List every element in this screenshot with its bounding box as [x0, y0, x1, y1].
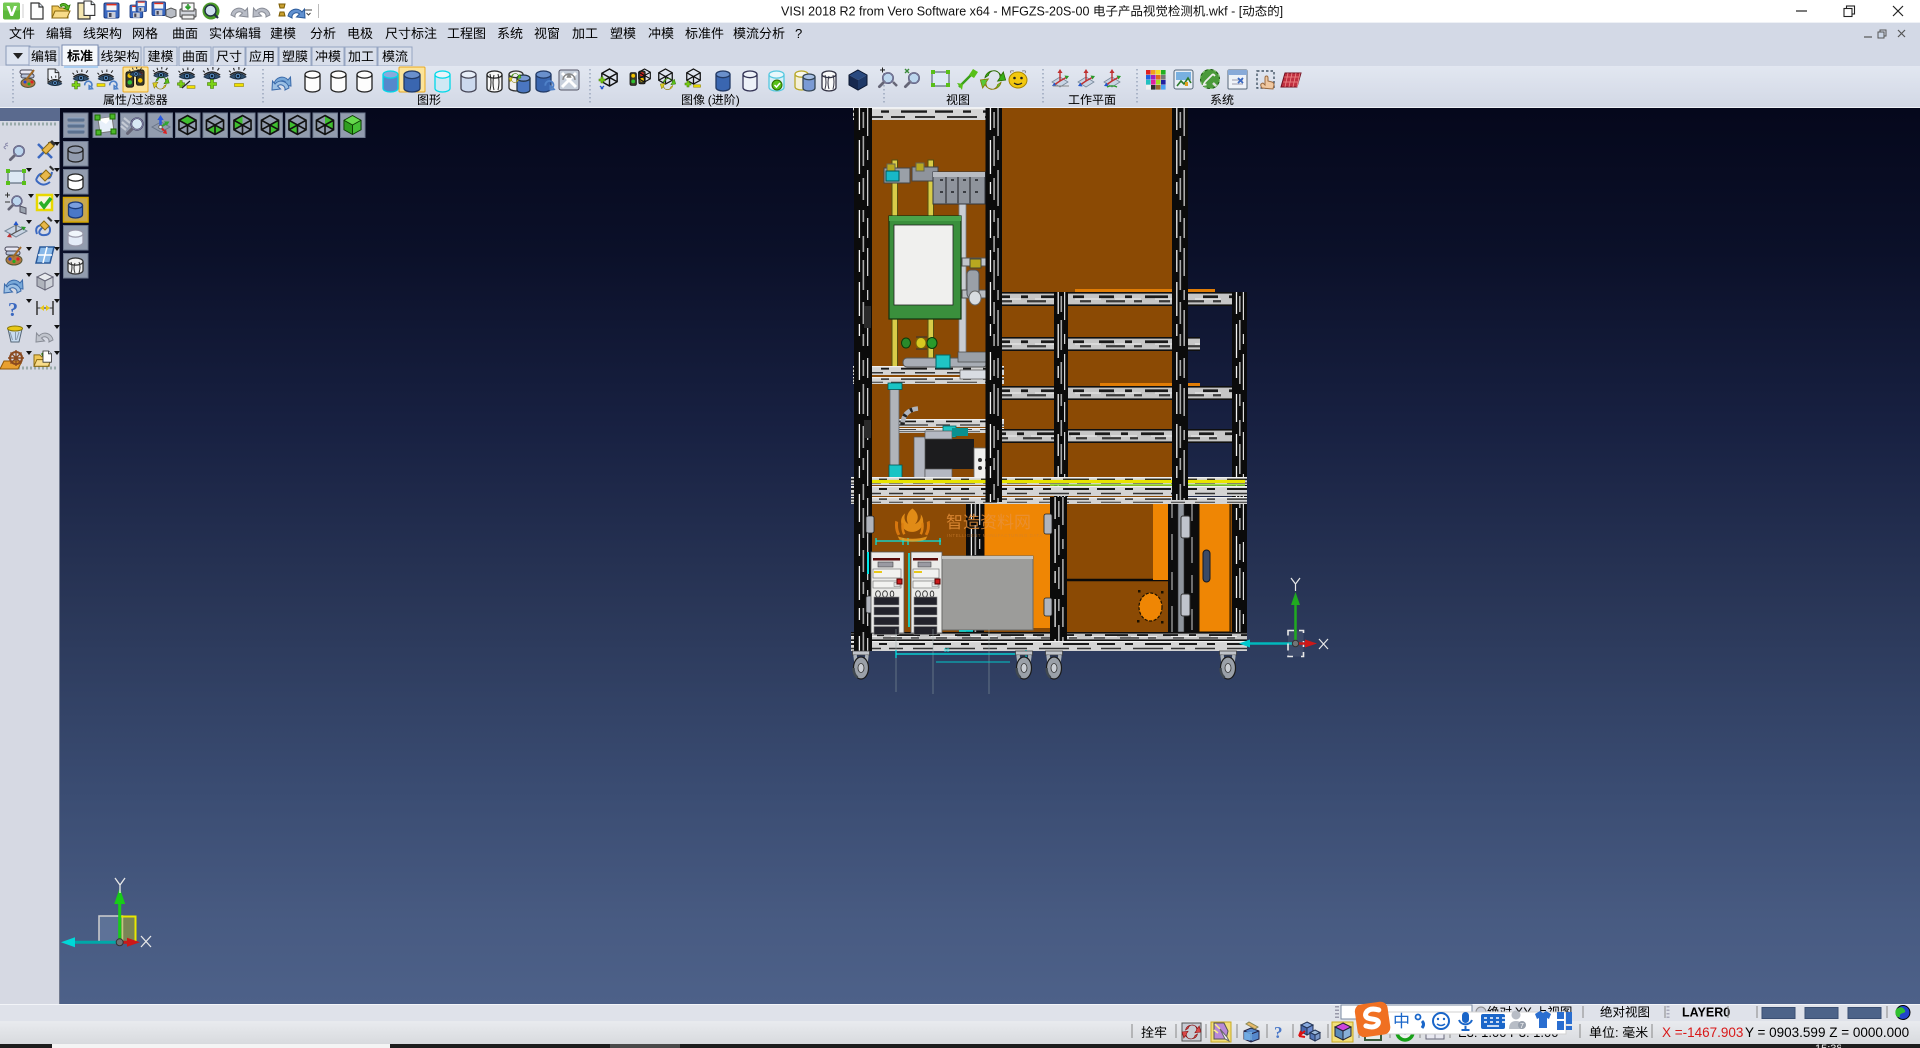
svg-text:VISI 2018 R2 from Vero Softwar: VISI 2018 R2 from Vero Software x64 - MF…: [781, 5, 1093, 19]
svg-text:?: ?: [1274, 1023, 1283, 1042]
svg-text:]: ]: [1280, 5, 1284, 19]
svg-text:INTELLIGENT MANUFACTURING DATA: INTELLIGENT MANUFACTURING DATA: [947, 533, 1043, 538]
svg-text:Y = 0903.599 Z = 0000.000: Y = 0903.599 Z = 0000.000: [1745, 1025, 1909, 1040]
svg-text:90: 90: [944, 648, 950, 654]
svg-text:): ): [736, 93, 740, 107]
svg-text:LAYER0: LAYER0: [1682, 1006, 1730, 1020]
svg-text:7: 7: [1520, 1023, 1524, 1030]
svg-text:?: ?: [795, 26, 802, 41]
svg-text::: :: [1615, 1025, 1622, 1040]
svg-text:X =-1467.903: X =-1467.903: [1662, 1025, 1743, 1040]
svg-text:(: (: [708, 93, 712, 107]
svg-text:.wkf - [: .wkf - [: [1205, 5, 1242, 19]
svg-text:?: ?: [8, 299, 18, 321]
